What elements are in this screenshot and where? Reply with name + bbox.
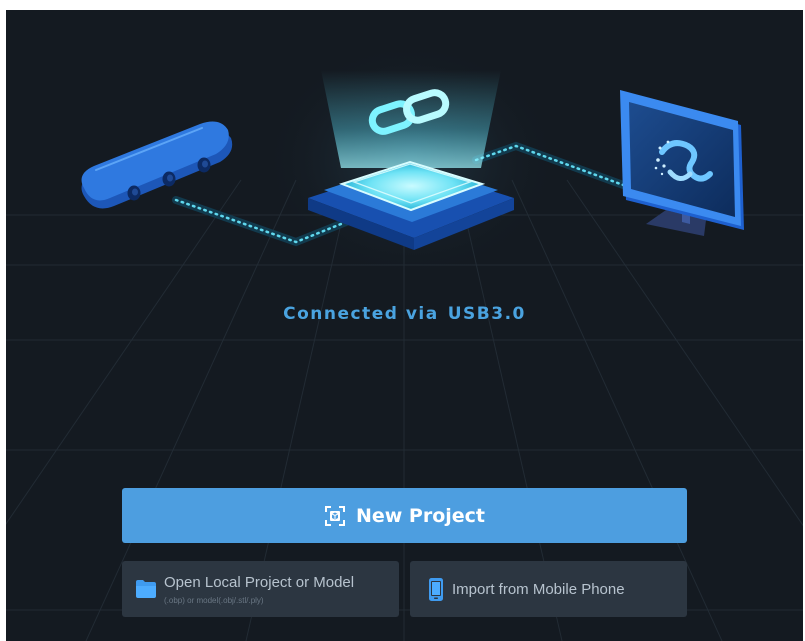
import-mobile-button[interactable]: Import from Mobile Phone xyxy=(410,561,687,617)
folder-icon xyxy=(135,579,157,599)
import-mobile-title: Import from Mobile Phone xyxy=(452,581,625,598)
mobile-phone-icon xyxy=(428,577,444,602)
new-project-button[interactable]: New Project xyxy=(122,488,687,543)
connection-illustration xyxy=(81,40,744,280)
scanner-icon xyxy=(81,121,233,209)
connection-interface: USB3.0 xyxy=(447,304,526,324)
monitor-icon xyxy=(620,90,744,236)
new-project-label: New Project xyxy=(355,504,486,527)
app-window: Connected via USB3.0 New Project Open Loc… xyxy=(6,10,803,641)
open-local-title: Open Local Project or Model xyxy=(164,574,355,591)
open-local-project-button[interactable]: Open Local Project or Model (.obp) or mo… xyxy=(122,561,399,617)
connection-prefix: Connected via xyxy=(283,304,439,324)
scan-box-icon xyxy=(324,505,346,527)
open-local-subtitle: (.obp) or model(.obj/.stl/.ply) xyxy=(164,596,264,605)
connection-status: Connected via USB3.0 xyxy=(6,304,803,324)
